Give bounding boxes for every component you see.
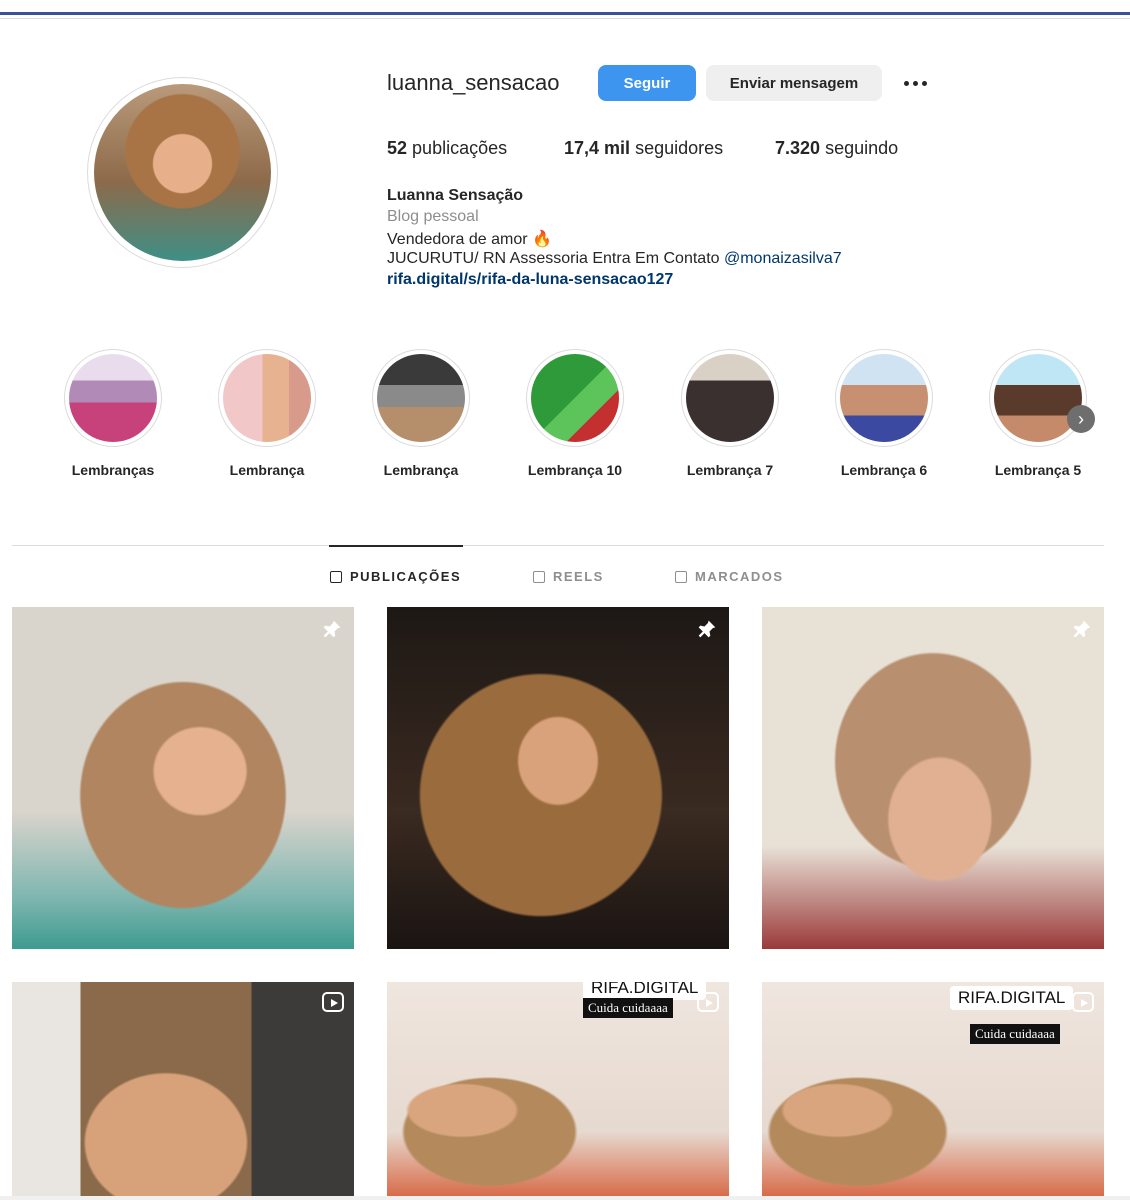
post-sticker: RIFA.DIGITAL [950,986,1074,1010]
send-message-button[interactable]: Enviar mensagem [706,65,882,101]
section-divider [12,545,1104,546]
more-options-icon[interactable] [900,68,930,98]
highlight-item[interactable]: Lembrança 7 [680,349,780,478]
avatar-image [94,84,271,261]
post-thumbnail[interactable] [12,607,354,949]
tagged-icon [675,570,687,583]
tab-publicacoes[interactable]: PUBLICAÇÕES [330,569,461,584]
bio-line-2: JUCURUTU/ RN Assessoria Entra Em Contato… [387,250,842,267]
follow-button[interactable]: Seguir [598,65,696,101]
bio-line-1: Vendedora de amor 🔥 [387,231,552,248]
reel-icon [322,992,344,1012]
post-thumbnail[interactable]: RIFA.DIGITAL Cuida cuidaaaa [762,982,1104,1196]
highlight-cover [686,354,774,442]
reels-icon [533,570,545,583]
bio-external-link[interactable]: rifa.digital/s/rifa-da-luna-sensacao127 [387,271,673,289]
highlight-cover [69,354,157,442]
highlight-cover [994,354,1082,442]
highlight-item[interactable]: Lembrança 10 [525,349,625,478]
post-thumbnail[interactable]: RIFA.DIGITAL Cuida cuidaaaa [387,982,729,1196]
highlight-label: Lembrança 5 [994,462,1082,478]
following-count[interactable]: 7.320 seguindo [775,138,898,159]
pin-icon [698,620,716,638]
highlight-item[interactable]: Lembrança 5 [988,349,1088,478]
highlight-cover [377,354,465,442]
pin-icon [323,620,341,638]
bio-mention-link[interactable]: @monaizasilva7 [724,250,842,267]
highlight-item[interactable]: Lembrança [371,349,471,478]
highlight-label: Lembranças [71,462,155,478]
pin-icon [1073,620,1091,638]
highlight-label: Lembrança 6 [840,462,928,478]
post-thumbnail[interactable] [387,607,729,949]
tab-reels[interactable]: REELS [533,569,604,584]
profile-avatar[interactable] [87,77,278,268]
post-caption: Cuida cuidaaaa [583,998,673,1018]
grid-icon [330,570,342,583]
highlight-cover [223,354,311,442]
chevron-right-icon[interactable]: › [1067,405,1095,433]
post-caption: Cuida cuidaaaa [970,1024,1060,1044]
top-divider [0,18,1130,19]
highlight-label: Lembrança 10 [527,462,623,478]
highlight-item[interactable]: Lembrança [217,349,317,478]
highlight-item[interactable]: Lembrança 6 [834,349,934,478]
highlight-label: Lembrança [383,462,459,478]
active-tab-indicator [329,545,463,547]
reel-icon [1072,992,1094,1012]
posts-count: 52 publicações [387,138,508,158]
bio-category: Blog pessoal [387,208,479,225]
highlight-cover [840,354,928,442]
post-thumbnail[interactable] [762,607,1104,949]
followers-count[interactable]: 17,4 mil seguidores [564,138,723,159]
highlight-label: Lembrança 7 [686,462,774,478]
browser-top-accent-line [0,12,1130,15]
post-thumbnail[interactable] [12,982,354,1196]
bottom-edge [0,1196,1130,1200]
highlight-item[interactable]: Lembranças [63,349,163,478]
highlight-label: Lembrança [229,462,305,478]
tab-marcados[interactable]: MARCADOS [675,569,784,584]
bio-full-name: Luanna Sensação [387,187,524,204]
profile-username: luanna_sensacao [387,70,560,95]
highlight-cover [531,354,619,442]
reel-icon [697,992,719,1012]
